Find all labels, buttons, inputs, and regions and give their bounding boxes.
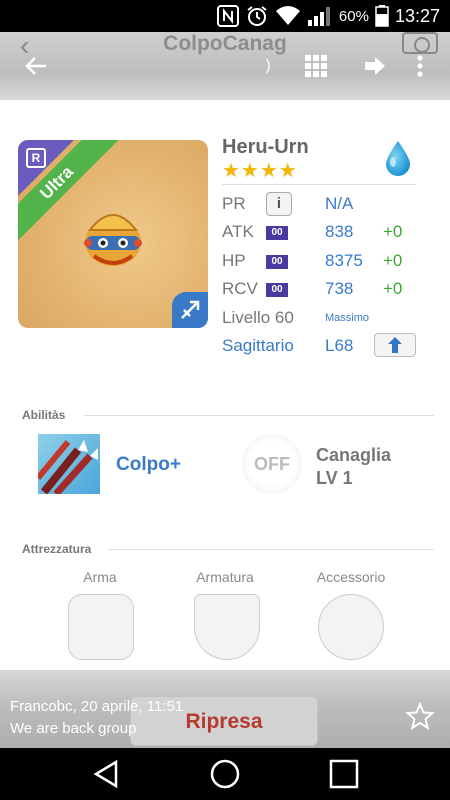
r-badge-icon: R — [26, 148, 46, 168]
stat-bonus: +0 — [383, 222, 403, 241]
clock: 13:27 — [394, 5, 440, 26]
constellation-row: Sagittario L68 — [222, 333, 422, 360]
status-bar: 60% 13:27 — [0, 0, 450, 32]
stat-row-hp: HP 00 8375 +0 — [222, 251, 422, 275]
stat-label: PR — [222, 194, 246, 213]
battery-percent: 60% — [338, 7, 369, 25]
back-triangle-icon[interactable] — [90, 758, 122, 790]
stat-row-atk: ATK 00 838 +0 — [222, 222, 422, 246]
stat-label: ATK — [222, 222, 254, 241]
alarm-icon — [247, 6, 267, 26]
plus-egg-tag: 00 — [266, 283, 288, 297]
arrows-skill-icon — [38, 440, 98, 494]
level-row: Livello 60 Massimo — [222, 308, 422, 332]
wifi-icon — [275, 6, 300, 25]
leader-skill-name[interactable]: Canaglia LV 1 — [316, 444, 391, 490]
sagittarius-type-badge — [172, 292, 208, 328]
level-label: Livello 60 — [222, 308, 294, 327]
share-info: Francobc, 20 aprile, 11:51 We are back g… — [10, 696, 183, 740]
more-vert-icon — [417, 55, 423, 77]
camera-icon — [402, 32, 438, 54]
stat-value: 8375 — [325, 251, 363, 270]
overflow-menu-button[interactable] — [410, 52, 430, 80]
home-circle-icon[interactable] — [209, 758, 241, 790]
info-button[interactable]: i — [266, 192, 292, 216]
stat-value: N/A — [325, 194, 354, 213]
abilities-divider — [84, 415, 434, 416]
equipment-section-title: Attrezzatura — [22, 542, 92, 556]
abilities-section-title: Abilitàs — [22, 408, 66, 422]
constellation-level: L68 — [325, 336, 354, 355]
monster-detail: Ultra R Heru-Urn ★★★★ PR i N/A ATK 00 83… — [0, 100, 450, 800]
grid-icon — [305, 55, 327, 77]
active-skill-name[interactable]: Colpo+ — [116, 454, 181, 476]
leader-skill-level: LV 1 — [316, 468, 353, 488]
stat-bonus: +0 — [383, 279, 403, 298]
accessory-slot-label: Accessorio — [316, 569, 386, 585]
accessory-slot[interactable] — [318, 594, 384, 660]
stat-bonus: +0 — [383, 251, 403, 270]
stat-value: 738 — [325, 279, 354, 298]
nfc-icon — [216, 5, 239, 27]
sagittarius-icon — [181, 300, 200, 319]
loading-indicator: ) — [265, 57, 271, 74]
author-time: Francobc, 20 aprile, 11:51 — [10, 698, 184, 715]
level-up-button[interactable] — [374, 333, 416, 357]
plus-egg-tag: 00 — [266, 255, 288, 269]
leader-skill-off-icon: OFF — [242, 434, 302, 494]
favorite-star-icon[interactable] — [406, 702, 434, 730]
arrow-right-icon — [365, 57, 385, 75]
system-nav-bar — [0, 748, 450, 800]
action-bar: Ripresa Francobc, 20 aprile, 11:51 We ar… — [0, 670, 450, 748]
weapon-slot[interactable] — [68, 594, 134, 660]
weapon-slot-label: Arma — [83, 569, 117, 585]
header-divider — [222, 184, 416, 185]
star-rating: ★★★★ — [222, 160, 298, 182]
stat-label: HP — [222, 251, 246, 270]
skill-icon[interactable] — [38, 434, 100, 494]
back-button[interactable] — [22, 52, 50, 80]
stat-label: RCV — [222, 279, 258, 298]
forward-button[interactable] — [362, 52, 388, 80]
arrow-left-icon — [25, 57, 46, 75]
battery-icon — [375, 5, 389, 27]
plus-egg-tag: 00 — [266, 226, 288, 240]
armor-slot[interactable] — [194, 594, 260, 660]
monster-name: Heru-Urn — [222, 136, 309, 158]
monster-creature-icon — [84, 214, 142, 266]
recents-square-icon[interactable] — [328, 758, 360, 790]
equipment-divider — [108, 549, 434, 550]
stat-row-rcv: RCV 00 738 +0 — [222, 279, 422, 303]
stat-value: 838 — [325, 222, 354, 241]
stat-row-pr: PR i N/A — [222, 192, 422, 218]
group-name: We are back group — [10, 720, 137, 737]
toolbar: ‹ ColpoCanag ) — [0, 30, 450, 100]
constellation-link[interactable]: Sagittario — [222, 336, 294, 356]
arrow-up-icon — [388, 337, 402, 353]
monster-portrait[interactable]: Ultra R — [18, 140, 208, 328]
water-element-icon — [386, 141, 410, 176]
armor-slot-label: Armatura — [196, 569, 254, 585]
signal-icon — [307, 7, 330, 26]
grid-button[interactable] — [303, 52, 329, 80]
leader-skill-title: Canaglia — [316, 445, 392, 465]
level-max-label: Massimo — [325, 312, 370, 324]
